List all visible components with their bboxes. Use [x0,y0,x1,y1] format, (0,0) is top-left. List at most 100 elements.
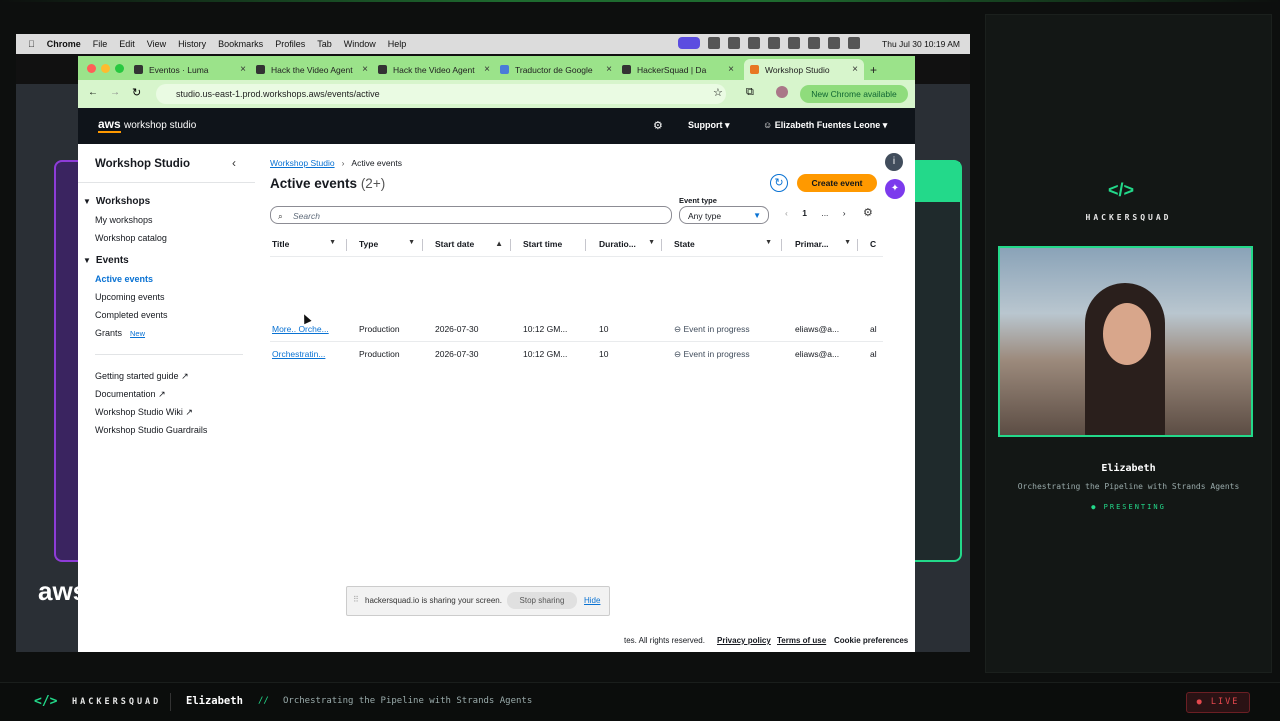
privacy-policy-link[interactable]: Privacy policy [717,636,771,645]
menu-window[interactable]: Window [344,39,376,49]
extensions-icon[interactable]: ⧉ [746,86,754,99]
forward-icon[interactable]: → [110,87,120,98]
sidebar-item-grants[interactable]: Grants New [95,328,145,338]
link-getting-started[interactable]: Getting started guide ↗ [95,371,189,382]
apple-icon[interactable]:  [28,39,35,49]
sidebar-item-workshop-catalog[interactable]: Workshop catalog [95,233,167,243]
amazon-q-icon[interactable]: ✦ [885,179,905,199]
screen-share-icon[interactable] [678,37,700,49]
caret-down-icon: ▼ [329,239,336,246]
menu-edit[interactable]: Edit [119,39,135,49]
col-start-date[interactable]: Start date ▲ [435,239,503,249]
event-title-link[interactable]: More.. Orche... [272,324,329,334]
browser-window: Eventos · Luma × Hack the Video Agent × … [78,56,915,652]
menu-bookmarks[interactable]: Bookmarks [218,39,263,49]
page-number[interactable]: 1 [802,208,807,218]
stop-sharing-button[interactable]: Stop sharing [507,592,577,609]
bookmark-star-icon[interactable]: ☆ [713,86,723,99]
menu-history[interactable]: History [178,39,206,49]
search-icon[interactable] [828,37,840,49]
col-type[interactable]: Type ▼ [359,239,415,249]
close-tab-icon[interactable]: × [484,64,490,75]
menubar-status-icons [678,37,860,49]
sidebar-item-completed-events[interactable]: Completed events [95,310,168,320]
sort-ascending-icon: ▲ [495,239,503,248]
menu-tab[interactable]: Tab [317,39,332,49]
table-preferences-icon[interactable]: ⚙ [863,206,873,219]
url-input[interactable]: studio.us-east-1.prod.workshops.aws/even… [156,84,726,104]
col-duration[interactable]: Duratio... ▼ [599,239,655,249]
sidebar-title[interactable]: Workshop Studio [95,158,190,170]
prev-page-icon[interactable]: ‹ [785,208,788,218]
status-icon[interactable] [768,37,780,49]
menu-view[interactable]: View [147,39,166,49]
close-tab-icon[interactable]: × [852,64,858,75]
menu-app-name[interactable]: Chrome [47,39,81,49]
link-wiki[interactable]: Workshop Studio Wiki ↗ [95,407,193,418]
close-window-button[interactable] [87,64,96,73]
sidebar-item-upcoming-events[interactable]: Upcoming events [95,292,165,302]
status-icon[interactable] [748,37,760,49]
terms-of-use-link[interactable]: Terms of use [777,636,826,645]
breadcrumb-home[interactable]: Workshop Studio [270,158,335,168]
minimize-window-button[interactable] [101,64,110,73]
product-name[interactable]: workshop studio [124,120,196,131]
settings-gear-icon[interactable]: ⚙ [653,119,663,132]
maximize-window-button[interactable] [115,64,124,73]
create-event-button[interactable]: Create event [797,174,877,192]
collapse-sidebar-icon[interactable]: ‹ [232,156,236,170]
main-content: Workshop Studio › Active events Active eve… [255,144,915,652]
status-icon[interactable] [708,37,720,49]
link-documentation[interactable]: Documentation ↗ [95,389,166,400]
wifi-icon[interactable] [788,37,800,49]
event-type-select[interactable]: Any type ▼ [679,206,769,224]
close-tab-icon[interactable]: × [240,64,246,75]
new-chrome-available-button[interactable]: New Chrome available [800,85,908,103]
close-tab-icon[interactable]: × [362,64,368,75]
menu-help[interactable]: Help [388,39,407,49]
browser-tab[interactable]: Hack the Video Agent × [378,59,496,80]
event-title-link[interactable]: Orchestratin... [272,349,325,359]
refresh-button[interactable]: ↻ [770,174,788,192]
sidebar-item-my-workshops[interactable]: My workshops [95,215,153,225]
translate-favicon-icon [500,65,509,74]
browser-tab[interactable]: HackerSquad | Da × [622,59,740,80]
browser-tab-active[interactable]: Workshop Studio × [744,59,864,80]
hide-banner-button[interactable]: Hide [584,596,600,605]
col-primary[interactable]: Primar... ▼ [795,239,851,249]
profile-avatar-icon[interactable] [776,86,788,98]
browser-tab[interactable]: Eventos · Luma × [134,59,252,80]
next-page-icon[interactable]: › [843,208,846,218]
event-start-date: 2026-07-30 [435,349,479,359]
close-tab-icon[interactable]: × [606,64,612,75]
user-menu[interactable]: ☺ Elizabeth Fuentes Leone ▾ [763,120,887,131]
control-center-icon[interactable] [848,37,860,49]
new-tab-icon[interactable]: + [870,59,877,80]
search-input[interactable]: ⌕ Search [270,206,672,224]
event-c: al [870,324,877,334]
workshops-section-header[interactable]: ▼ Workshops [83,196,150,207]
col-c[interactable]: C [870,239,876,249]
link-guardrails[interactable]: Workshop Studio Guardrails [95,425,207,435]
cookie-preferences-link[interactable]: Cookie preferences [834,636,908,645]
close-tab-icon[interactable]: × [728,64,734,75]
sidebar-item-active-events[interactable]: Active events [95,274,153,284]
menu-profiles[interactable]: Profiles [275,39,305,49]
back-icon[interactable]: ← [88,87,98,98]
battery-icon[interactable] [808,37,820,49]
menu-file[interactable]: File [93,39,108,49]
page-ellipsis[interactable]: ... [821,208,828,218]
drag-handle-icon[interactable]: ⠿ [353,595,359,604]
info-icon[interactable]: i [885,153,903,171]
col-state[interactable]: State ▼ [674,239,772,249]
reload-icon[interactable]: ↻ [132,86,141,99]
browser-tab[interactable]: Traductor de Google × [500,59,618,80]
browser-tab[interactable]: Hack the Video Agent × [256,59,374,80]
aws-logo[interactable]: aws [98,117,121,133]
status-icon[interactable] [728,37,740,49]
col-title[interactable]: Title ▼ [272,239,336,249]
support-menu[interactable]: Support ▾ [688,120,730,131]
menubar-clock[interactable]: Thu Jul 30 10:19 AM [882,39,960,49]
col-start-time[interactable]: Start time [523,239,583,249]
events-section-header[interactable]: ▼ Events [83,255,129,266]
